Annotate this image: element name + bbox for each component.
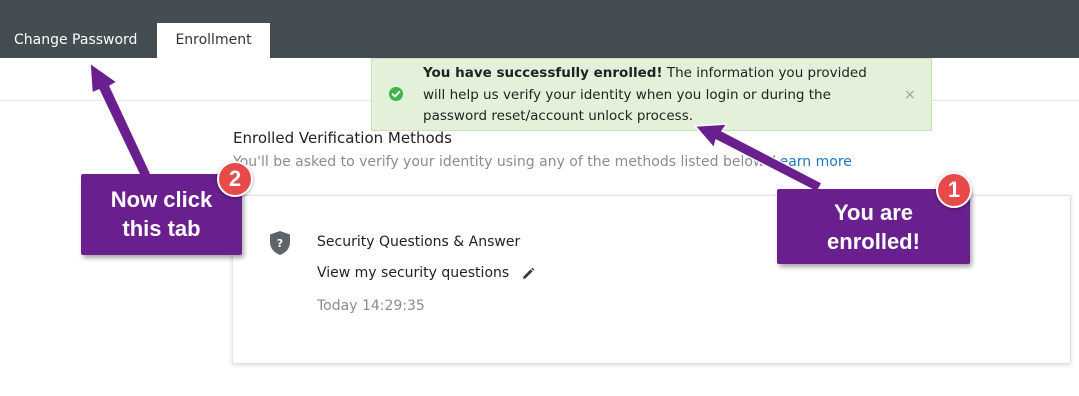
toast-close-icon[interactable]: × [904,86,916,104]
section-description: You'll be asked to verify your identity … [233,154,852,170]
callout-2-line1: Now click [110,187,213,212]
tab-enrollment[interactable]: Enrollment [157,23,270,58]
enrollment-timestamp: Today 14:29:35 [317,298,425,314]
description-text: You'll be asked to verify your identity … [233,154,768,170]
callout-1-line2: enrolled! [827,229,920,254]
check-circle-icon [389,87,403,101]
callout-2-line2: this tab [122,216,201,241]
step-badge-2: 2 [217,161,253,197]
step-badge-1: 1 [936,172,972,208]
toast-message: You have successfully enrolled! The info… [423,63,893,128]
toast-bold-text: You have successfully enrolled! [423,65,663,81]
method-name: Security Questions & Answer [317,234,521,250]
learn-more-link[interactable]: Learn more [772,154,852,170]
svg-text:?: ? [277,237,283,250]
view-security-questions-link[interactable]: View my security questions [317,265,509,281]
tab-change-password[interactable]: Change Password [14,23,137,58]
arrow-to-tab [89,62,152,179]
pencil-icon[interactable] [520,266,536,282]
section-title: Enrolled Verification Methods [233,129,452,147]
shield-question-icon: ? [270,231,290,255]
